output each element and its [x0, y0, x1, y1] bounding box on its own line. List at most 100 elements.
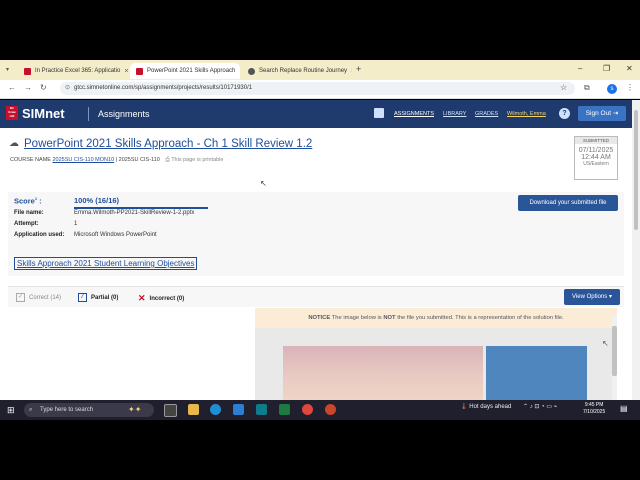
cloud-icon: ☁ — [9, 138, 19, 149]
x-icon: ✕ — [138, 293, 146, 303]
task-view-icon[interactable] — [164, 404, 177, 417]
simnet-brand[interactable]: SIMnet — [22, 106, 65, 121]
preview-scroll-thumb[interactable] — [612, 326, 617, 376]
file-name-label: File name: — [14, 210, 44, 216]
filter-partial[interactable]: ⁄ Partial (0) — [78, 293, 118, 302]
learning-objectives-link[interactable]: Skills Approach 2021 Student Learning Ob… — [14, 257, 198, 270]
attempt-label: Attempt: — [14, 221, 39, 227]
bookmark-star-icon[interactable]: ☆ — [560, 83, 567, 92]
url-input[interactable]: ⊙ gtcc.simnetonline.com/sp/assignments/p… — [60, 82, 575, 95]
powerpoint-icon[interactable] — [325, 404, 336, 415]
score-label-text: Score — [14, 196, 35, 206]
new-tab-button[interactable]: + — [356, 64, 361, 74]
filter-incorrect[interactable]: ✕ Incorrect (0) — [138, 293, 184, 304]
tab-title: Search Replace Routine Journey — [259, 68, 348, 74]
tray-icons[interactable]: ⌃ ♪ ⊡ ◔ ▭ ⌁ — [523, 404, 557, 410]
profile-avatar[interactable]: s — [607, 84, 617, 94]
printer-icon[interactable]: ⎙ — [165, 157, 169, 163]
minimize-icon[interactable]: – — [578, 64, 582, 73]
excel-icon[interactable] — [279, 404, 290, 415]
weather-text[interactable]: Hot days ahead — [469, 404, 511, 410]
tab-search-replace[interactable]: Search Replace Routine Journey × — [242, 63, 352, 79]
windows-start-icon[interactable]: ⊞ — [7, 405, 15, 416]
notice-not: NOT — [383, 315, 396, 321]
preview-scrollbar[interactable] — [612, 316, 617, 400]
page-scrollbar[interactable] — [632, 100, 640, 400]
browser-menu-icon[interactable]: ⋮ — [626, 83, 634, 92]
taskbar-search-placeholder: Type here to search — [40, 407, 94, 413]
notice-text-2: the file you submitted. This is a repres… — [397, 315, 564, 321]
maximize-icon[interactable]: ❐ — [603, 64, 610, 73]
simnet-favicon-icon — [136, 67, 143, 75]
course-info: COURSE NAME 2025SU CIS-110 MON10 | 2025S… — [10, 157, 223, 164]
simnet-header: Mc Graw Hill SIMnet Assignments ASSIGNMENT… — [0, 100, 632, 128]
notice-text-1: The image below is — [331, 315, 382, 321]
terminal-icon[interactable] — [256, 404, 267, 415]
reload-icon[interactable]: ↻ — [40, 83, 47, 92]
mouse-pointer-icon: ↖ — [602, 339, 609, 348]
nav-grades[interactable]: GRADES — [475, 111, 498, 117]
course-rest: | 2025SU CIS-110 — [115, 157, 160, 163]
help-icon[interactable]: ? — [559, 108, 570, 119]
clock-time: 9:45 PM — [584, 402, 604, 408]
download-file-button[interactable]: Download your submitted file — [518, 195, 618, 211]
calendar-icon[interactable] — [374, 108, 384, 118]
printable-text[interactable]: This page is printable — [171, 157, 223, 163]
tab-title: PowerPoint 2021 Skills Approach — [147, 68, 236, 74]
browser-tab-strip: ▾ In Practice Excel 365: Applicatio × Po… — [0, 60, 640, 80]
chrome-icon[interactable] — [302, 404, 313, 415]
solution-preview — [255, 328, 617, 400]
notice-lead: NOTICE — [308, 315, 331, 321]
header-divider — [88, 107, 89, 121]
close-tab-icon[interactable]: × — [120, 68, 128, 75]
store-icon[interactable] — [233, 404, 244, 415]
partial-icon: ⁄ — [78, 293, 87, 302]
file-explorer-icon[interactable] — [188, 404, 199, 415]
extensions-icon[interactable]: ⧉ — [584, 83, 590, 93]
tab-excel[interactable]: In Practice Excel 365: Applicatio × — [18, 63, 128, 79]
sign-out-button[interactable]: Sign Out ⇥ — [578, 106, 626, 121]
sparkle-icon: ✦✦ — [128, 405, 142, 414]
view-options-button[interactable]: View Options ▾ — [564, 289, 620, 305]
tab-list-icon[interactable]: ▾ — [6, 66, 9, 73]
system-tray: 🌡 Hot days ahead ⌃ ♪ ⊡ ◔ ▭ ⌁ — [460, 403, 557, 410]
slide-image-photo — [283, 346, 483, 400]
windows-taskbar: ⊞ ⌕ Type here to search ✦✦ 🌡 Hot days ah… — [0, 400, 640, 420]
tab-powerpoint[interactable]: PowerPoint 2021 Skills Approach × — [130, 63, 240, 79]
mcgraw-hill-logo: Mc Graw Hill — [6, 106, 18, 120]
thermometer-icon: 🌡 — [460, 404, 468, 410]
score-panel: Score1 : 100% (16/16) File name: Emma.Wi… — [8, 192, 624, 276]
site-info-icon[interactable]: ⊙ — [65, 82, 70, 95]
notifications-icon[interactable]: ▤ — [620, 404, 628, 413]
slide-image-blue-panel — [486, 346, 587, 400]
section-title: Assignments — [98, 109, 150, 119]
globe-favicon-icon — [248, 67, 255, 75]
submitted-box: SUBMITTED 07/11/2025 12:44 AM US/Eastern — [574, 136, 618, 180]
course-link[interactable]: 2025SU CIS-110 MON10 — [52, 157, 114, 163]
filter-correct[interactable]: ✓ Correct (14) — [16, 293, 61, 302]
page-title[interactable]: PowerPoint 2021 Skills Approach - Ch 1 S… — [24, 138, 312, 150]
edge-icon[interactable] — [210, 404, 221, 415]
file-name-value: Emma.Wilmoth-PP2021-SkillReview-1-2.pptx — [74, 210, 195, 216]
forward-icon[interactable]: → — [24, 83, 32, 92]
submitted-time: 12:44 AM — [581, 154, 611, 161]
score-progress-bar — [74, 207, 208, 209]
window-close-icon[interactable]: ✕ — [626, 64, 633, 73]
back-icon[interactable]: ← — [8, 83, 16, 92]
page-scroll-thumb[interactable] — [634, 110, 638, 230]
nav-library[interactable]: LIBRARY — [443, 111, 466, 117]
user-name-link[interactable]: Wilmoth, Emma — [507, 111, 546, 117]
clock-date: 7/10/2025 — [583, 409, 606, 415]
mouse-cursor-icon: ↖ — [260, 179, 267, 188]
score-label: Score1 : — [14, 196, 42, 206]
filter-incorrect-label: Incorrect (0) — [149, 295, 185, 302]
submitted-zone: US/Eastern — [583, 161, 609, 167]
close-tab-icon[interactable]: × — [235, 68, 240, 75]
nav-assignments[interactable]: ASSIGNMENTS — [394, 111, 434, 117]
score-value: 100% (16/16) — [74, 196, 120, 205]
taskbar-search-input[interactable]: ⌕ Type here to search ✦✦ — [24, 403, 154, 417]
filter-partial-label: Partial (0) — [91, 294, 119, 301]
close-tab-icon[interactable]: × — [347, 68, 352, 75]
taskbar-clock[interactable]: 9:45 PM 7/10/2025 — [583, 402, 605, 416]
submitted-label: SUBMITTED — [575, 137, 617, 144]
